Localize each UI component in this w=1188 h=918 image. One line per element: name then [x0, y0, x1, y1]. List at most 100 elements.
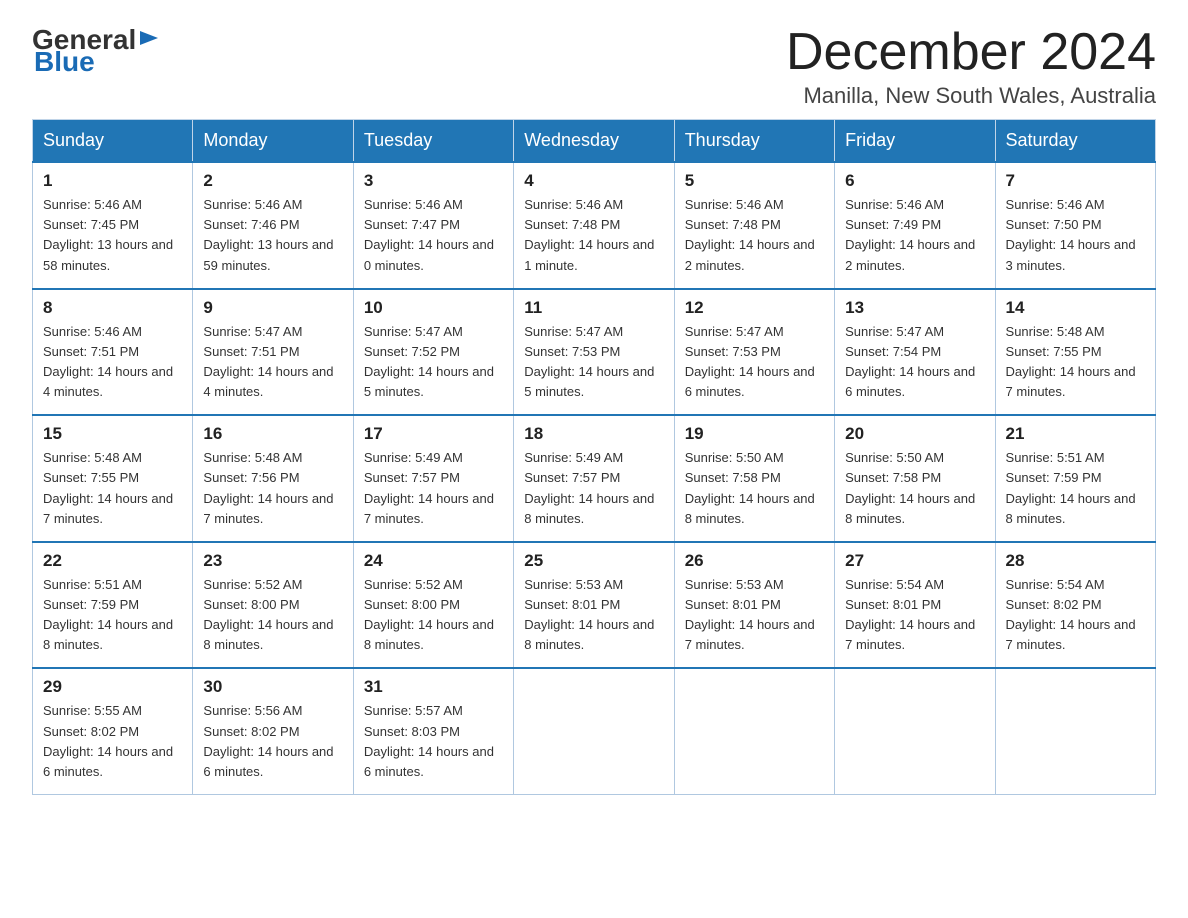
page-header: General Blue December 2024 Manilla, New …: [32, 24, 1156, 109]
calendar-cell: 23 Sunrise: 5:52 AMSunset: 8:00 PMDayligh…: [193, 542, 353, 669]
calendar-cell: 5 Sunrise: 5:46 AMSunset: 7:48 PMDaylight…: [674, 162, 834, 289]
calendar-week-row: 8Sunrise: 5:46 AMSunset: 7:51 PMDaylight…: [33, 289, 1156, 416]
calendar-week-row: 29 Sunrise: 5:55 AMSunset: 8:02 PMDayligh…: [33, 668, 1156, 794]
day-info: Sunrise: 5:47 AMSunset: 7:51 PMDaylight:…: [203, 322, 342, 403]
day-number: 16: [203, 424, 342, 444]
day-info: Sunrise: 5:55 AMSunset: 8:02 PMDaylight:…: [43, 701, 182, 782]
day-info: Sunrise: 5:54 AMSunset: 8:01 PMDaylight:…: [845, 575, 984, 656]
calendar-cell: 8Sunrise: 5:46 AMSunset: 7:51 PMDaylight…: [33, 289, 193, 416]
calendar-cell: 17 Sunrise: 5:49 AMSunset: 7:57 PMDayligh…: [353, 415, 513, 542]
calendar-cell: 26 Sunrise: 5:53 AMSunset: 8:01 PMDayligh…: [674, 542, 834, 669]
calendar-cell: 27 Sunrise: 5:54 AMSunset: 8:01 PMDayligh…: [835, 542, 995, 669]
day-info: Sunrise: 5:48 AMSunset: 7:55 PMDaylight:…: [1006, 322, 1145, 403]
calendar-cell: 20 Sunrise: 5:50 AMSunset: 7:58 PMDayligh…: [835, 415, 995, 542]
day-info: Sunrise: 5:50 AMSunset: 7:58 PMDaylight:…: [685, 448, 824, 529]
day-number: 12: [685, 298, 824, 318]
day-number: 17: [364, 424, 503, 444]
calendar-cell: 31 Sunrise: 5:57 AMSunset: 8:03 PMDayligh…: [353, 668, 513, 794]
calendar-week-row: 15Sunrise: 5:48 AMSunset: 7:55 PMDayligh…: [33, 415, 1156, 542]
day-info: Sunrise: 5:47 AMSunset: 7:54 PMDaylight:…: [845, 322, 984, 403]
day-number: 7: [1006, 171, 1145, 191]
logo-blue-text: Blue: [34, 46, 95, 78]
col-header-sunday: Sunday: [33, 120, 193, 163]
calendar-cell: 3Sunrise: 5:46 AMSunset: 7:47 PMDaylight…: [353, 162, 513, 289]
day-number: 26: [685, 551, 824, 571]
day-info: Sunrise: 5:52 AMSunset: 8:00 PMDaylight:…: [203, 575, 342, 656]
month-title: December 2024: [786, 24, 1156, 81]
day-info: Sunrise: 5:53 AMSunset: 8:01 PMDaylight:…: [524, 575, 663, 656]
calendar-header-row: SundayMondayTuesdayWednesdayThursdayFrid…: [33, 120, 1156, 163]
col-header-saturday: Saturday: [995, 120, 1155, 163]
day-number: 29: [43, 677, 182, 697]
day-info: Sunrise: 5:46 AMSunset: 7:45 PMDaylight:…: [43, 195, 182, 276]
day-number: 27: [845, 551, 984, 571]
day-info: Sunrise: 5:51 AMSunset: 7:59 PMDaylight:…: [1006, 448, 1145, 529]
day-number: 24: [364, 551, 503, 571]
day-number: 22: [43, 551, 182, 571]
day-info: Sunrise: 5:50 AMSunset: 7:58 PMDaylight:…: [845, 448, 984, 529]
day-number: 18: [524, 424, 663, 444]
calendar-cell: 28 Sunrise: 5:54 AMSunset: 8:02 PMDayligh…: [995, 542, 1155, 669]
calendar-cell: 24 Sunrise: 5:52 AMSunset: 8:00 PMDayligh…: [353, 542, 513, 669]
calendar-cell: 15Sunrise: 5:48 AMSunset: 7:55 PMDayligh…: [33, 415, 193, 542]
day-number: 8: [43, 298, 182, 318]
day-info: Sunrise: 5:47 AMSunset: 7:53 PMDaylight:…: [524, 322, 663, 403]
calendar-cell: 10 Sunrise: 5:47 AMSunset: 7:52 PMDayligh…: [353, 289, 513, 416]
calendar-cell: 22 Sunrise: 5:51 AMSunset: 7:59 PMDayligh…: [33, 542, 193, 669]
day-number: 23: [203, 551, 342, 571]
calendar-cell: 7 Sunrise: 5:46 AMSunset: 7:50 PMDaylight…: [995, 162, 1155, 289]
calendar-cell: 12 Sunrise: 5:47 AMSunset: 7:53 PMDayligh…: [674, 289, 834, 416]
calendar-cell: [995, 668, 1155, 794]
day-info: Sunrise: 5:46 AMSunset: 7:49 PMDaylight:…: [845, 195, 984, 276]
day-info: Sunrise: 5:51 AMSunset: 7:59 PMDaylight:…: [43, 575, 182, 656]
calendar-cell: 1Sunrise: 5:46 AMSunset: 7:45 PMDaylight…: [33, 162, 193, 289]
day-info: Sunrise: 5:49 AMSunset: 7:57 PMDaylight:…: [364, 448, 503, 529]
calendar-cell: 4 Sunrise: 5:46 AMSunset: 7:48 PMDaylight…: [514, 162, 674, 289]
calendar-cell: 13 Sunrise: 5:47 AMSunset: 7:54 PMDayligh…: [835, 289, 995, 416]
col-header-monday: Monday: [193, 120, 353, 163]
calendar-cell: [835, 668, 995, 794]
day-number: 4: [524, 171, 663, 191]
day-number: 15: [43, 424, 182, 444]
calendar-cell: 16 Sunrise: 5:48 AMSunset: 7:56 PMDayligh…: [193, 415, 353, 542]
day-number: 9: [203, 298, 342, 318]
day-info: Sunrise: 5:49 AMSunset: 7:57 PMDaylight:…: [524, 448, 663, 529]
calendar-cell: 9 Sunrise: 5:47 AMSunset: 7:51 PMDaylight…: [193, 289, 353, 416]
calendar-cell: 2Sunrise: 5:46 AMSunset: 7:46 PMDaylight…: [193, 162, 353, 289]
calendar-week-row: 1Sunrise: 5:46 AMSunset: 7:45 PMDaylight…: [33, 162, 1156, 289]
day-number: 19: [685, 424, 824, 444]
calendar-cell: 30 Sunrise: 5:56 AMSunset: 8:02 PMDayligh…: [193, 668, 353, 794]
calendar-cell: 14 Sunrise: 5:48 AMSunset: 7:55 PMDayligh…: [995, 289, 1155, 416]
day-number: 11: [524, 298, 663, 318]
day-info: Sunrise: 5:46 AMSunset: 7:48 PMDaylight:…: [524, 195, 663, 276]
day-info: Sunrise: 5:52 AMSunset: 8:00 PMDaylight:…: [364, 575, 503, 656]
day-info: Sunrise: 5:53 AMSunset: 8:01 PMDaylight:…: [685, 575, 824, 656]
day-info: Sunrise: 5:48 AMSunset: 7:56 PMDaylight:…: [203, 448, 342, 529]
day-info: Sunrise: 5:47 AMSunset: 7:53 PMDaylight:…: [685, 322, 824, 403]
calendar-cell: 29 Sunrise: 5:55 AMSunset: 8:02 PMDayligh…: [33, 668, 193, 794]
day-number: 20: [845, 424, 984, 444]
day-number: 28: [1006, 551, 1145, 571]
day-number: 14: [1006, 298, 1145, 318]
day-number: 31: [364, 677, 503, 697]
logo-arrow-icon: [138, 27, 160, 49]
calendar-week-row: 22 Sunrise: 5:51 AMSunset: 7:59 PMDayligh…: [33, 542, 1156, 669]
calendar-cell: 11 Sunrise: 5:47 AMSunset: 7:53 PMDayligh…: [514, 289, 674, 416]
day-number: 13: [845, 298, 984, 318]
day-number: 30: [203, 677, 342, 697]
title-block: December 2024 Manilla, New South Wales, …: [786, 24, 1156, 109]
col-header-thursday: Thursday: [674, 120, 834, 163]
day-number: 5: [685, 171, 824, 191]
day-info: Sunrise: 5:56 AMSunset: 8:02 PMDaylight:…: [203, 701, 342, 782]
day-info: Sunrise: 5:46 AMSunset: 7:48 PMDaylight:…: [685, 195, 824, 276]
day-number: 3: [364, 171, 503, 191]
calendar-cell: 19 Sunrise: 5:50 AMSunset: 7:58 PMDayligh…: [674, 415, 834, 542]
col-header-wednesday: Wednesday: [514, 120, 674, 163]
day-info: Sunrise: 5:47 AMSunset: 7:52 PMDaylight:…: [364, 322, 503, 403]
day-info: Sunrise: 5:57 AMSunset: 8:03 PMDaylight:…: [364, 701, 503, 782]
day-info: Sunrise: 5:46 AMSunset: 7:46 PMDaylight:…: [203, 195, 342, 276]
day-number: 10: [364, 298, 503, 318]
day-info: Sunrise: 5:54 AMSunset: 8:02 PMDaylight:…: [1006, 575, 1145, 656]
logo: General Blue: [32, 24, 160, 78]
day-info: Sunrise: 5:46 AMSunset: 7:50 PMDaylight:…: [1006, 195, 1145, 276]
